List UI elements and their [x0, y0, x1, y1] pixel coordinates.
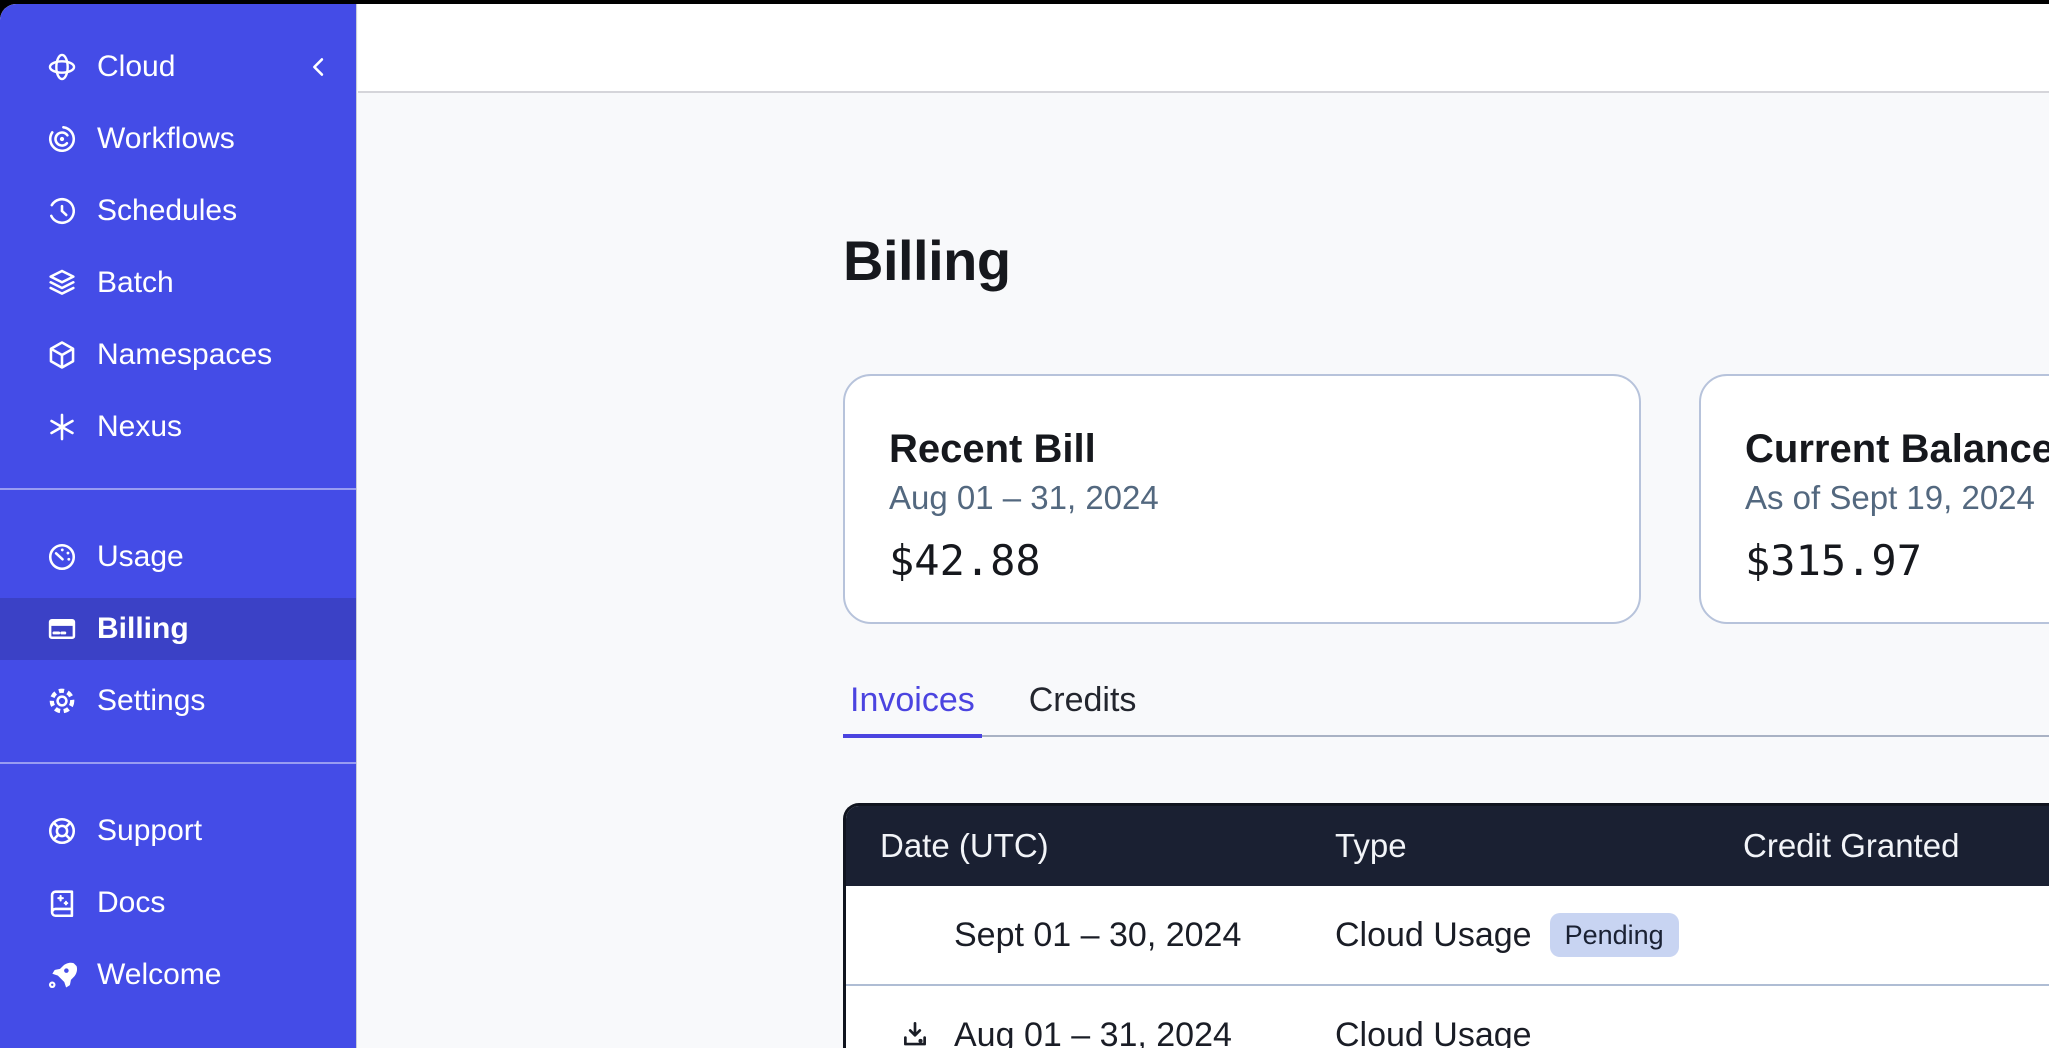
invoice-type: Cloud Usage [1335, 916, 1532, 955]
tab-credits[interactable]: Credits [1022, 680, 1144, 735]
sidebar-item-nexus[interactable]: Nexus [0, 396, 356, 458]
docs-book-icon [45, 886, 79, 920]
sidebar-item-label: Settings [97, 684, 205, 718]
summary-cards: Recent Bill Aug 01 – 31, 2024 $42.88 Cur… [843, 374, 2049, 624]
sidebar-item-label: Namespaces [97, 338, 272, 372]
invoice-type: Cloud Usage [1335, 1016, 1532, 1048]
tab-invoices[interactable]: Invoices [843, 680, 982, 738]
chevron-left-icon [305, 53, 333, 81]
topbar [358, 4, 2049, 93]
sidebar-brand-label: Cloud [97, 50, 175, 84]
table-header-row: Date (UTC) Type Credit Granted [846, 806, 2049, 886]
invoice-date: Sept 01 – 30, 2024 [954, 916, 1241, 955]
nexus-asterisk-icon [45, 410, 79, 444]
collapse-sidebar-button[interactable] [304, 52, 334, 82]
usage-gauge-icon [45, 540, 79, 574]
recent-bill-card: Recent Bill Aug 01 – 31, 2024 $42.88 [843, 374, 1641, 624]
sidebar: Cloud Workflows [0, 4, 357, 1048]
download-invoice-button[interactable] [898, 1018, 932, 1048]
namespaces-cube-icon [45, 338, 79, 372]
invoices-table: Date (UTC) Type Credit Granted Sept 01 –… [843, 803, 2049, 1048]
page-title: Billing [843, 227, 2049, 295]
sidebar-item-label: Docs [97, 886, 165, 920]
recent-bill-amount: $42.88 [889, 536, 1639, 586]
current-balance-amount: $315.97 [1745, 536, 2049, 586]
sidebar-item-support[interactable]: Support [0, 800, 356, 862]
card-title: Recent Bill [889, 426, 1639, 472]
card-subtitle: Aug 01 – 31, 2024 [889, 478, 1639, 518]
sidebar-item-welcome[interactable]: Welcome [0, 944, 356, 1006]
table-row[interactable]: Aug 01 – 31, 2024 Cloud Usage [846, 984, 2049, 1048]
table-row[interactable]: Sept 01 – 30, 2024 Cloud Usage Pending [846, 886, 2049, 984]
support-lifering-icon [45, 814, 79, 848]
sidebar-item-docs[interactable]: Docs [0, 872, 356, 934]
status-badge: Pending [1550, 913, 1679, 957]
column-header-credit-granted: Credit Granted [1743, 827, 2049, 865]
billing-tabs: Invoices Credits [843, 680, 2049, 737]
current-balance-card: Current Balance As of Sept 19, 2024 $315… [1699, 374, 2049, 624]
sidebar-item-label: Batch [97, 266, 174, 300]
sidebar-item-billing[interactable]: Billing [0, 598, 356, 660]
sidebar-item-label: Usage [97, 540, 184, 574]
card-subtitle: As of Sept 19, 2024 [1745, 478, 2049, 518]
sidebar-item-label: Support [97, 814, 202, 848]
download-slot-empty [898, 918, 932, 952]
schedules-icon [45, 194, 79, 228]
welcome-rocket-icon [45, 958, 79, 992]
sidebar-item-settings[interactable]: Settings [0, 670, 356, 732]
sidebar-item-batch[interactable]: Batch [0, 252, 356, 314]
settings-gear-icon [45, 684, 79, 718]
sidebar-item-usage[interactable]: Usage [0, 526, 356, 588]
billing-page: Billing Recent Bill Aug 01 – 31, 2024 $4… [843, 97, 2049, 1048]
billing-card-icon [45, 612, 79, 646]
temporal-cloud-icon [45, 50, 79, 84]
workflows-icon [45, 122, 79, 156]
batch-layers-icon [45, 266, 79, 300]
column-header-type: Type [1335, 827, 1743, 865]
column-header-date: Date (UTC) [846, 827, 1335, 865]
download-icon [898, 1018, 932, 1048]
sidebar-item-label: Workflows [97, 122, 235, 156]
sidebar-item-label: Schedules [97, 194, 237, 228]
sidebar-divider [0, 762, 356, 764]
sidebar-item-label: Nexus [97, 410, 182, 444]
sidebar-divider [0, 488, 356, 490]
sidebar-item-schedules[interactable]: Schedules [0, 180, 356, 242]
sidebar-item-namespaces[interactable]: Namespaces [0, 324, 356, 386]
sidebar-item-label: Billing [97, 612, 189, 646]
invoice-date: Aug 01 – 31, 2024 [954, 1016, 1232, 1048]
card-title: Current Balance [1745, 426, 2049, 472]
sidebar-item-cloud[interactable]: Cloud [0, 36, 356, 98]
sidebar-item-workflows[interactable]: Workflows [0, 108, 356, 170]
app-window: Cloud Workflows [0, 4, 2049, 1048]
sidebar-item-label: Welcome [97, 958, 221, 992]
